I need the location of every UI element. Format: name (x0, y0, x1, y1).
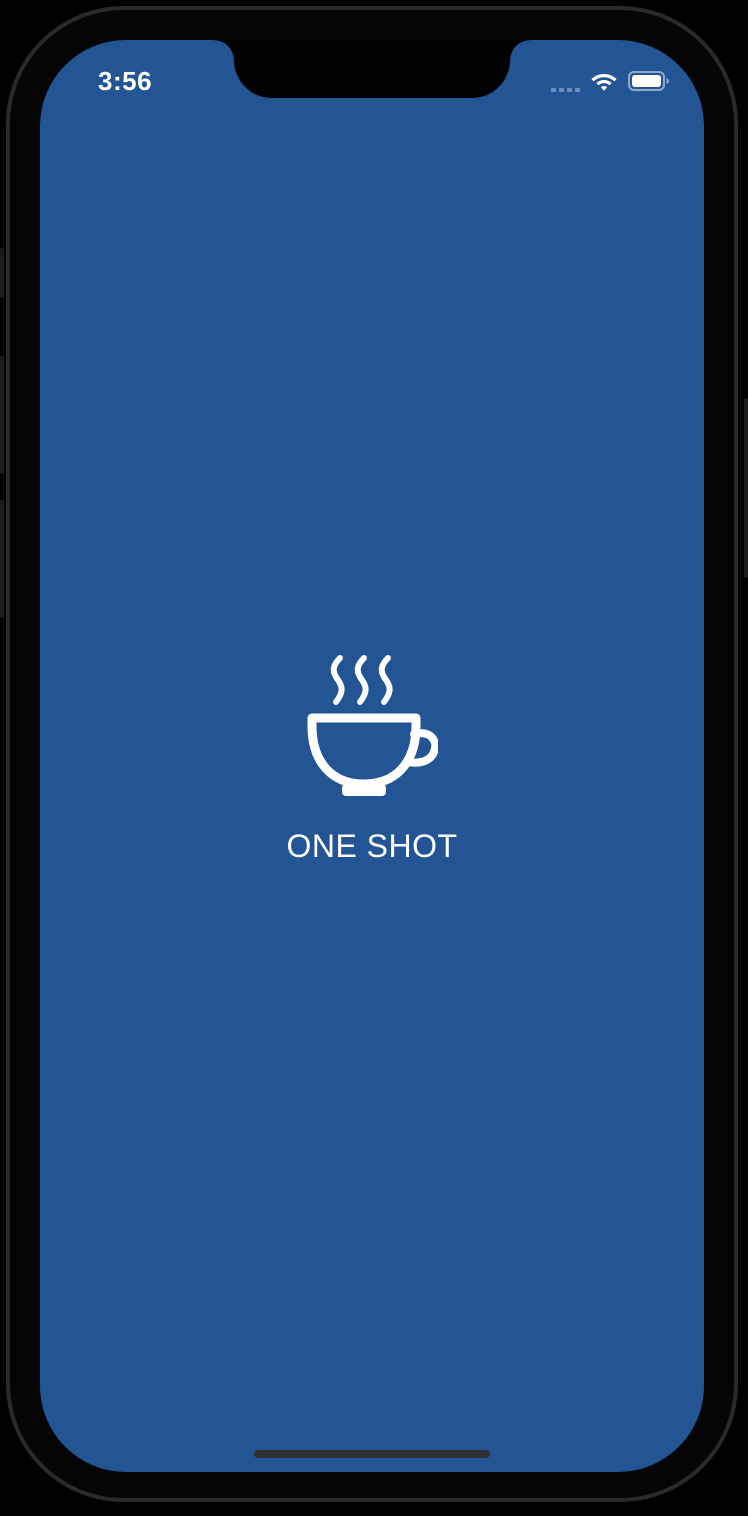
battery-icon (628, 70, 670, 92)
cellular-signal-icon (551, 70, 580, 92)
mute-switch (0, 248, 4, 298)
status-time: 3:56 (98, 66, 153, 96)
app-name-label: ONE SHOT (286, 828, 458, 864)
volume-up-button (0, 356, 4, 474)
app-screen: 3:56 ONE SHOT (40, 40, 704, 1472)
power-button (744, 398, 748, 578)
volume-down-button (0, 500, 4, 618)
status-icons (551, 70, 670, 92)
notch (214, 40, 530, 98)
coffee-cup-icon (306, 652, 438, 802)
wifi-icon (590, 70, 618, 92)
splash-content: ONE SHOT (40, 652, 704, 865)
phone-device: 3:56 ONE SHOT (0, 0, 748, 1516)
home-indicator[interactable] (254, 1450, 490, 1458)
